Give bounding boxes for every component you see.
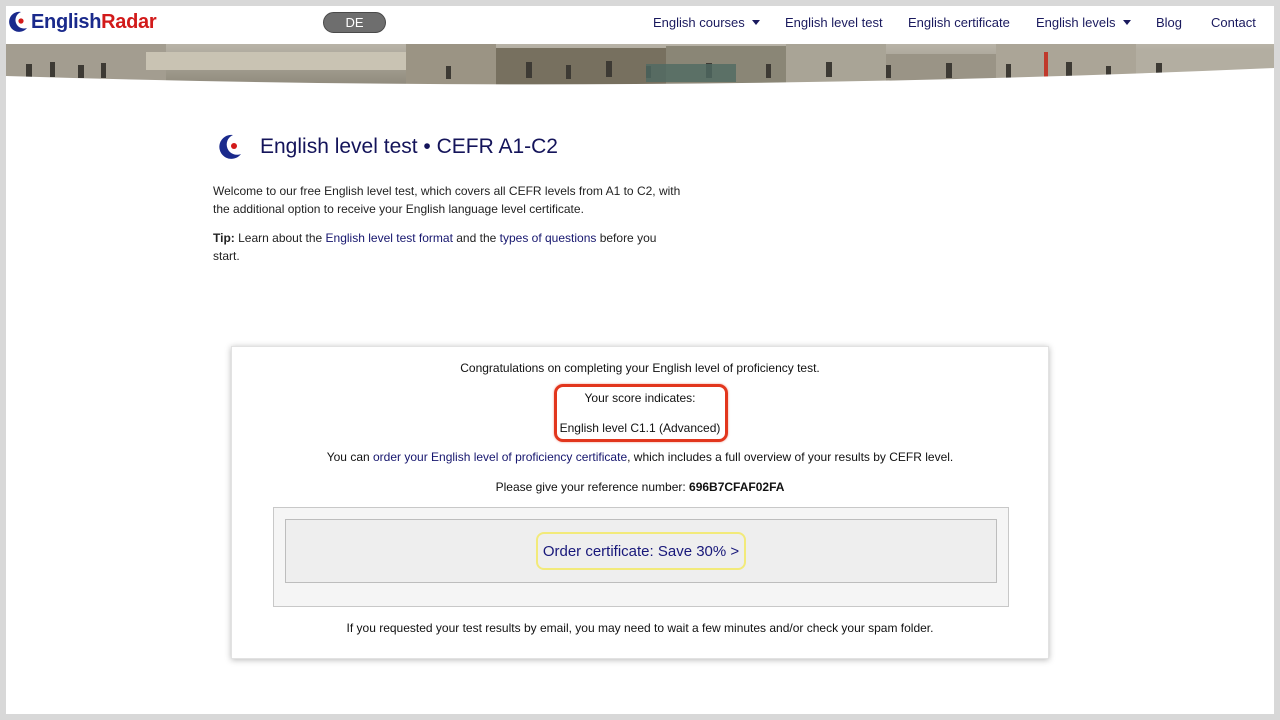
nav-item-blog[interactable]: Blog — [1156, 15, 1182, 30]
logo-text-english: English — [31, 10, 102, 33]
question-types-link[interactable]: types of questions — [500, 231, 597, 245]
nav-item-english-levels[interactable]: English levels — [1036, 15, 1131, 30]
page-heading: English level test • CEFR A1-C2 — [218, 134, 558, 160]
language-switch-button[interactable]: DE — [323, 12, 386, 33]
reference-number: 696B7CFAF02FA — [689, 480, 785, 494]
chevron-down-icon — [751, 20, 760, 25]
test-result-card: Congratulations on completing your Engli… — [231, 346, 1049, 659]
score-value: English level C1.1 (Advanced) — [559, 421, 721, 435]
nav-item-label: English level test — [785, 15, 883, 30]
order-info-part: , which includes a full overview of your… — [627, 450, 954, 464]
order-certificate-button[interactable]: Order certificate: Save 30% > — [536, 532, 746, 570]
reference-label: Please give your reference number: — [495, 480, 690, 494]
nav-item-label: English courses — [653, 15, 745, 30]
tip-text-part: and the — [452, 231, 500, 245]
logo-text-radar: Radar — [101, 10, 157, 33]
nav-item-english-courses[interactable]: English courses — [653, 15, 760, 30]
email-note-text: If you requested your test results by em… — [346, 621, 934, 635]
nav-item-contact[interactable]: Contact — [1211, 15, 1256, 30]
order-panel: Order certificate: Save 30% > — [273, 507, 1009, 607]
top-navigation-bar: EnglishRadar DE English courses English … — [6, 6, 1274, 44]
page-title: English level test • CEFR A1-C2 — [260, 135, 558, 158]
chevron-down-icon — [1122, 20, 1131, 25]
header-banner-image — [6, 44, 1274, 88]
page: EnglishRadar DE English courses English … — [6, 6, 1274, 714]
tip-text-part: Learn about the — [234, 231, 326, 245]
radar-logo-icon — [219, 134, 241, 159]
test-format-link[interactable]: English level test format — [326, 231, 453, 245]
order-info-text: You can order your English level of prof… — [232, 450, 1048, 464]
nav-item-label: English levels — [1036, 15, 1116, 30]
intro-section: Welcome to our free English level test, … — [213, 182, 683, 276]
tip-text: Tip: Learn about the English level test … — [213, 229, 683, 265]
order-certificate-link[interactable]: order your English level of proficiency … — [373, 450, 627, 464]
score-label: Your score indicates: — [584, 391, 696, 405]
order-panel-inner: Order certificate: Save 30% > — [285, 519, 997, 583]
congratulations-text: Congratulations on completing your Engli… — [460, 361, 820, 375]
order-info-part: You can — [326, 450, 373, 464]
reference-number-text: Please give your reference number: 696B7… — [232, 480, 1048, 494]
intro-text: Welcome to our free English level test, … — [213, 184, 681, 216]
nav-item-english-level-test[interactable]: English level test — [785, 15, 883, 30]
nav-item-english-certificate[interactable]: English certificate — [908, 15, 1010, 30]
tip-label: Tip: — [213, 231, 235, 245]
nav-item-label: English certificate — [908, 15, 1010, 30]
site-logo[interactable]: EnglishRadar — [8, 10, 157, 34]
nav-item-label: Blog — [1156, 15, 1183, 30]
radar-logo-icon — [9, 11, 27, 32]
nav-item-label: Contact — [1211, 15, 1256, 30]
